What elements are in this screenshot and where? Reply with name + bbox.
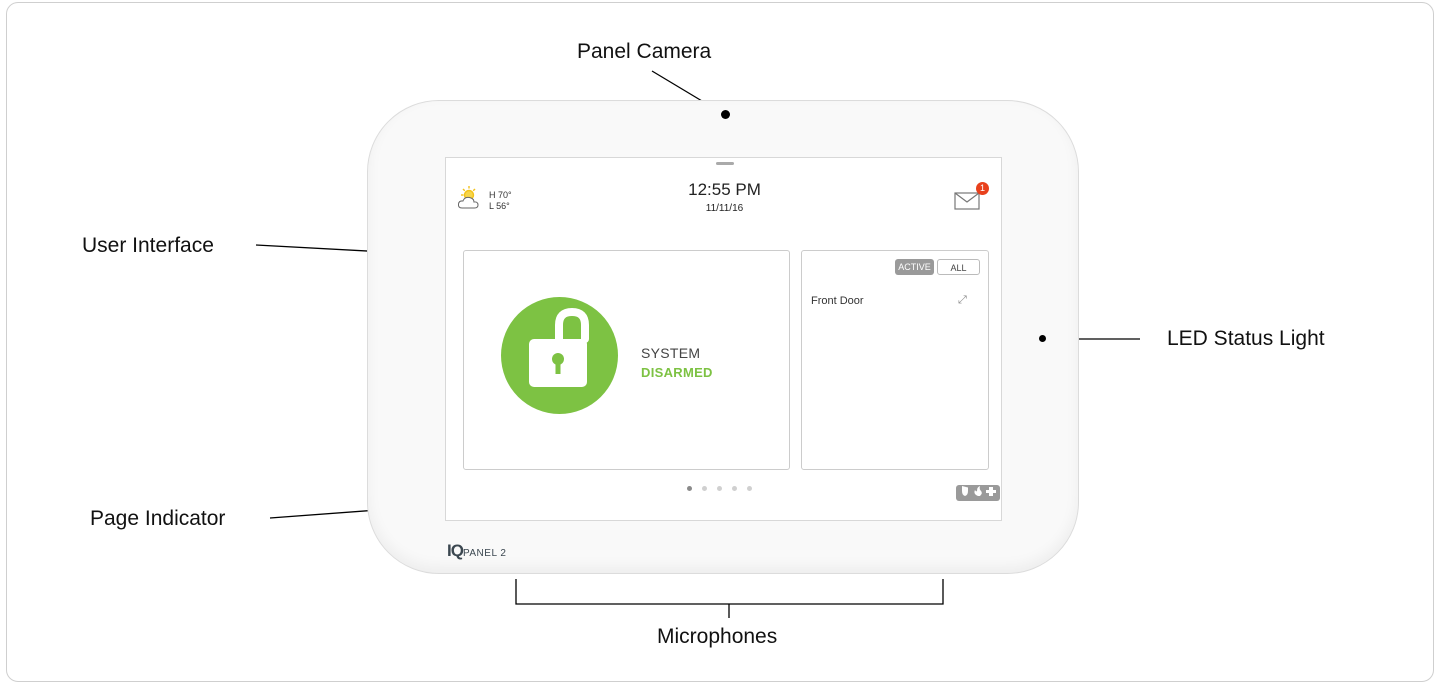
brand-logo: IQPANEL 2 (447, 541, 507, 560)
system-status: DISARMED (641, 365, 713, 380)
tab-active[interactable]: ACTIVE (895, 259, 934, 275)
user-interface-label: User Interface (82, 234, 214, 257)
page-dot[interactable] (732, 486, 737, 491)
page-dot[interactable] (747, 486, 752, 491)
clock-time: 12:55 PM (688, 180, 761, 199)
mail-icon[interactable] (954, 192, 980, 215)
page-dot[interactable] (687, 486, 692, 491)
page-indicator-label: Page Indicator (90, 507, 226, 530)
page-indicator[interactable] (687, 486, 752, 491)
notification-badge[interactable]: 1 (976, 182, 989, 195)
emergency-button[interactable] (956, 485, 1000, 501)
sensor-front-door[interactable]: Front Door (811, 295, 864, 307)
tab-all[interactable]: ALL (937, 259, 980, 275)
page-dot[interactable] (717, 486, 722, 491)
clock-date: 11/11/16 (705, 203, 744, 214)
system-label: SYSTEM (641, 345, 701, 361)
pull-down-handle[interactable] (716, 162, 734, 165)
panel-camera (721, 110, 730, 119)
led-status-light-label: LED Status Light (1167, 327, 1325, 350)
system-status-card[interactable]: SYSTEM DISARMED (463, 250, 790, 470)
page-dot[interactable] (702, 486, 707, 491)
sensor-list-card: ACTIVE ALL Front Door ⤢ (801, 250, 989, 470)
microphones-label: Microphones (657, 625, 778, 648)
led-status-light (1039, 335, 1046, 342)
open-link-icon: ⤢ (958, 294, 967, 306)
panel-camera-label: Panel Camera (577, 40, 712, 63)
user-interface-screen: H 70° L 56° 12:55 PM 11/11/16 1 SYSTEM D… (445, 157, 1002, 521)
unlocked-padlock-icon[interactable] (501, 297, 618, 414)
